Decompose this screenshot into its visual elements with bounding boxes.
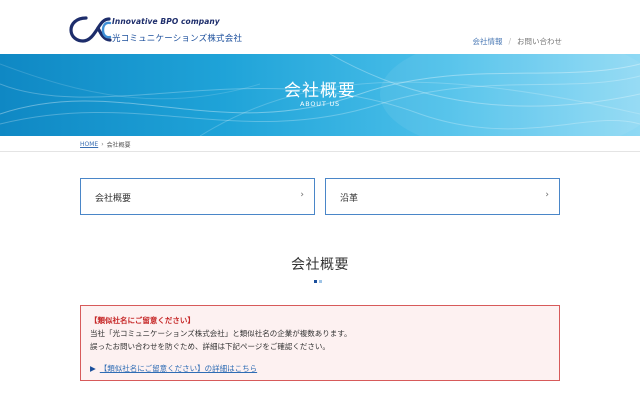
divider-dot bbox=[319, 280, 322, 283]
hero-title: 会社概要 bbox=[284, 81, 356, 101]
card-history[interactable]: 沿革 › bbox=[325, 178, 560, 215]
breadcrumb-current: 会社概要 bbox=[106, 142, 131, 149]
site-header: Innovative BPO company 光コミュニケーションズ株式会社 会… bbox=[0, 0, 640, 54]
notice-text-line: 当社「光コミュニケーションズ株式会社」と類似社名の企業が複数あります。 bbox=[90, 329, 352, 338]
logo-tagline: Innovative BPO company bbox=[112, 17, 220, 26]
card-label: 沿革 bbox=[340, 194, 359, 204]
notice-link-text: 【類似社名にご留意ください】の詳細はこちら bbox=[99, 364, 258, 373]
divider-dot bbox=[314, 280, 317, 283]
triangle-right-icon: ▶ bbox=[90, 364, 96, 373]
breadcrumb-home-link[interactable]: HOME bbox=[80, 141, 98, 148]
nav-separator: / bbox=[508, 37, 511, 46]
card-company-overview[interactable]: 会社概要 › bbox=[80, 178, 315, 215]
logo-company-name[interactable]: 光コミュニケーションズ株式会社 bbox=[112, 32, 242, 44]
chevron-right-icon: › bbox=[101, 141, 104, 148]
chevron-right-icon: › bbox=[300, 190, 304, 200]
notice-title: 【類似社名にご留意ください】 bbox=[90, 316, 195, 325]
hero-subtitle: ABOUT US bbox=[300, 100, 340, 108]
nav-company-info[interactable]: 会社情報 bbox=[472, 36, 502, 47]
notice-text-line: 誤ったお問い合わせを防ぐため、詳細は下記ページをご確認ください。 bbox=[90, 342, 330, 351]
breadcrumb: HOME › 会社概要 bbox=[0, 136, 640, 152]
notice-detail-link[interactable]: ▶ 【類似社名にご留意ください】の詳細はこちら bbox=[90, 363, 257, 374]
top-navigation: 会社情報 / お問い合わせ bbox=[472, 36, 562, 47]
card-label: 会社概要 bbox=[95, 194, 132, 204]
section-title: 会社概要 bbox=[291, 257, 349, 273]
similar-name-notice: 【類似社名にご留意ください】 当社「光コミュニケーションズ株式会社」と類似社名の… bbox=[80, 305, 560, 381]
alpha-c-logo[interactable] bbox=[68, 14, 112, 44]
chevron-right-icon: › bbox=[545, 190, 549, 200]
section-divider-dots bbox=[314, 280, 322, 283]
nav-contact[interactable]: お問い合わせ bbox=[517, 36, 562, 47]
hero-banner: 会社概要 ABOUT US bbox=[0, 54, 640, 136]
